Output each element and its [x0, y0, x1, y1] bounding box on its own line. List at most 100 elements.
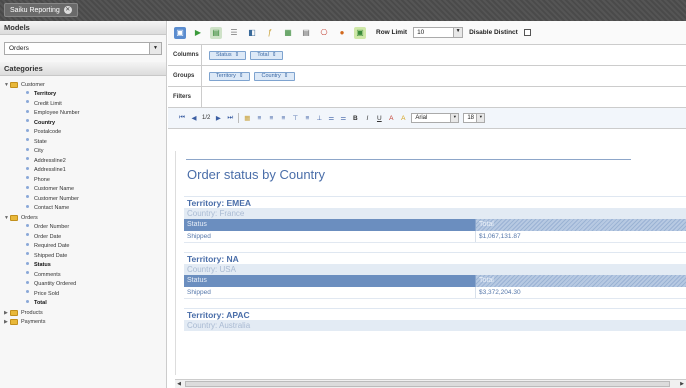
tree-folder-customer[interactable]: ▼ Customer — [4, 80, 166, 90]
column-header-total[interactable]: Total — [475, 275, 686, 287]
font-size-select[interactable]: 18 ▼ — [463, 113, 486, 123]
tree-field[interactable]: Status — [4, 261, 166, 271]
tree-field[interactable]: Required Date — [4, 242, 166, 252]
tree-field[interactable]: Addressline2 — [4, 156, 166, 166]
last-page-icon[interactable]: ⏭ — [226, 114, 234, 122]
total-cell[interactable]: $1,067,131.87 — [475, 231, 686, 242]
tree-field[interactable]: Territory — [4, 90, 166, 100]
align-right-icon[interactable]: ≡ — [279, 115, 287, 122]
territory-header[interactable]: Territory: NA — [184, 252, 686, 264]
tree-folder-label: Products — [21, 309, 43, 316]
country-header[interactable]: Country: Australia — [184, 320, 686, 331]
tree-field[interactable]: Shipped Date — [4, 251, 166, 261]
tree-field[interactable]: Quantity Ordered — [4, 280, 166, 290]
title-rule — [186, 159, 631, 160]
tree-field[interactable]: Total — [4, 299, 166, 309]
status-cell[interactable]: Shipped — [184, 231, 475, 242]
group-header-icon[interactable]: ⚌ — [327, 114, 335, 122]
tree-field[interactable]: Addressline1 — [4, 166, 166, 176]
next-page-icon[interactable]: ▶ — [214, 114, 222, 122]
territory-header[interactable]: Territory: APAC — [184, 308, 686, 320]
export-csv-icon[interactable]: ▤ — [300, 27, 312, 39]
tree-field[interactable]: Credit Limit — [4, 99, 166, 109]
export-xls-icon[interactable]: ▦ — [282, 27, 294, 39]
group-chip-country[interactable]: Country ⇕ — [254, 71, 296, 81]
report-title[interactable]: Order status by Country — [187, 167, 325, 182]
tree-folder-payments[interactable]: ▶ Payments — [4, 318, 166, 328]
tree-field[interactable]: Postalcode — [4, 128, 166, 138]
tree-folder-products[interactable]: ▶ Products — [4, 308, 166, 318]
bold-icon[interactable]: B — [351, 115, 359, 122]
tree-field[interactable]: Comments — [4, 270, 166, 280]
tree-field[interactable]: Customer Number — [4, 194, 166, 204]
divider — [238, 113, 240, 123]
territory-header[interactable]: Territory: EMEA — [184, 196, 686, 208]
country-header[interactable]: Country: USA — [184, 264, 686, 275]
align-left-icon[interactable]: ≡ — [255, 115, 263, 122]
group-chip-territory[interactable]: Territory ⇕ — [209, 71, 251, 81]
report-settings-icon[interactable]: ▣ — [354, 26, 366, 39]
field-icon — [26, 90, 29, 94]
tree-field[interactable]: Price Sold — [4, 289, 166, 299]
column-chip-status[interactable]: Status ⇕ — [209, 50, 247, 60]
tree-field-label: Phone — [34, 176, 50, 183]
tree-field[interactable]: Order Date — [4, 232, 166, 242]
model-select[interactable]: Orders ▼ — [4, 42, 162, 55]
tree-folder-label: Orders — [21, 214, 38, 221]
tree-field[interactable]: Employee Number — [4, 109, 166, 119]
background-color-icon[interactable]: A — [399, 115, 407, 122]
new-query-icon[interactable]: ▣ — [174, 26, 186, 39]
font-color-icon[interactable]: A — [387, 115, 395, 122]
underline-icon[interactable]: U — [375, 115, 383, 122]
align-bottom-icon[interactable]: ⊥ — [315, 114, 323, 122]
format-toolbar: ⏮ ◀ 1/2 ▶ ⏭ ▦ ≡ ≡ ≡ ⊤ ≡ ⊥ ⚌ ⚌ B I U A A … — [168, 108, 686, 129]
toggle-fields-icon[interactable]: ☰ — [228, 27, 240, 39]
scroll-left-icon[interactable]: ◀ — [175, 380, 183, 388]
app-tab[interactable]: Saiku Reporting ✕ — [4, 3, 78, 17]
tree-field[interactable]: City — [4, 147, 166, 157]
font-size-value: 18 — [467, 115, 475, 121]
tree-field[interactable]: Phone — [4, 175, 166, 185]
toggle-sidebar-icon[interactable]: ◧ — [246, 27, 258, 39]
column-header-status[interactable]: Status — [184, 275, 475, 287]
scroll-right-icon[interactable]: ▶ — [678, 380, 686, 388]
align-middle-icon[interactable]: ≡ — [303, 115, 311, 122]
tree-field[interactable]: Country — [4, 118, 166, 128]
scroll-thumb[interactable] — [185, 381, 670, 387]
align-center-icon[interactable]: ≡ — [267, 115, 275, 122]
table-header: Status Total — [184, 275, 686, 287]
run-icon[interactable]: ▶ — [192, 27, 204, 39]
template-icon[interactable]: ● — [336, 27, 348, 39]
field-icon — [26, 290, 29, 294]
tree-folder-orders[interactable]: ▼ Orders — [4, 213, 166, 223]
row-limit-select[interactable]: 10 ▼ — [413, 27, 464, 38]
close-icon[interactable]: ✕ — [63, 6, 72, 14]
highlight-icon[interactable]: ▦ — [243, 114, 251, 122]
tree-field[interactable]: State — [4, 137, 166, 147]
font-family-select[interactable]: Arial ▼ — [411, 113, 460, 123]
field-icon — [26, 100, 29, 104]
calculated-member-icon[interactable]: ƒ — [264, 27, 276, 39]
italic-icon[interactable]: I — [363, 115, 371, 122]
column-header-status[interactable]: Status — [184, 219, 475, 231]
prev-page-icon[interactable]: ◀ — [190, 114, 198, 122]
group-footer-icon[interactable]: ⚌ — [339, 114, 347, 122]
folder-icon — [10, 81, 18, 88]
columns-label: Columns — [168, 45, 202, 65]
total-cell[interactable]: $3,372,204.30 — [475, 287, 686, 298]
column-header-total[interactable]: Total — [475, 219, 686, 231]
automatic-execution-icon[interactable]: ▤ — [210, 26, 222, 39]
tree-field[interactable]: Contact Name — [4, 204, 166, 214]
field-icon — [26, 271, 29, 275]
horizontal-scrollbar[interactable]: ◀ ▶ — [175, 379, 686, 388]
country-header[interactable]: Country: France — [184, 208, 686, 219]
align-top-icon[interactable]: ⊤ — [291, 114, 299, 122]
tree-field[interactable]: Order Number — [4, 223, 166, 233]
field-icon — [26, 204, 29, 208]
export-pdf-icon[interactable]: ⎔ — [318, 27, 330, 39]
disable-distinct-checkbox[interactable] — [523, 29, 531, 36]
tree-field[interactable]: Customer Name — [4, 185, 166, 195]
first-page-icon[interactable]: ⏮ — [178, 114, 186, 122]
status-cell[interactable]: Shipped — [184, 287, 475, 298]
column-chip-total[interactable]: Total ⇕ — [250, 50, 284, 60]
